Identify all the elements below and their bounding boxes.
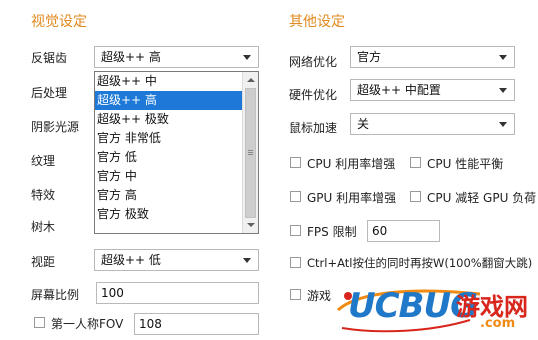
chevron-down-icon: [499, 88, 507, 93]
hardware-select-value: 超级++ 中配置: [357, 83, 441, 97]
visual-settings-title: 视觉设定: [31, 14, 87, 30]
ctrl-alt-checkbox[interactable]: [290, 257, 301, 268]
fps-limit-checkbox[interactable]: [290, 225, 301, 236]
dropdown-option[interactable]: 官方 中: [95, 167, 258, 186]
postprocess-label: 后处理: [31, 86, 68, 100]
shadow-light-label: 阴影光源: [31, 120, 80, 134]
hardware-label: 硬件优化: [289, 88, 338, 102]
logo-domain-text: .com: [480, 316, 516, 331]
view-distance-select-value: 超级++ 低: [101, 253, 161, 267]
dropdown-option[interactable]: 官方 低: [95, 148, 258, 167]
fps-limit-label: FPS 限制: [307, 225, 357, 239]
fov-input[interactable]: 108: [134, 313, 259, 335]
cpu-enhance-checkbox[interactable]: [290, 157, 301, 168]
chevron-down-icon: [499, 122, 507, 127]
dropdown-option[interactable]: 超级++ 极致: [95, 110, 258, 129]
screen-ratio-label: 屏幕比例: [31, 288, 80, 302]
mouse-accel-select[interactable]: 关: [350, 113, 515, 135]
hardware-select[interactable]: 超级++ 中配置: [350, 79, 515, 101]
cpu-balance-checkbox[interactable]: [410, 157, 421, 168]
cpu-reduce-gpu-label: CPU 减轻 GPU 负荷: [427, 191, 537, 205]
fov-checkbox[interactable]: [34, 317, 45, 328]
cpu-enhance-label: CPU 利用率增强: [307, 157, 396, 171]
dropdown-option[interactable]: 官方 非常低: [95, 129, 258, 148]
view-distance-label: 视距: [31, 255, 56, 269]
grip-line: [248, 154, 253, 155]
effects-label: 特效: [31, 188, 56, 202]
antialias-select[interactable]: 超级++ 高: [94, 46, 259, 68]
cpu-reduce-gpu-checkbox[interactable]: [410, 191, 421, 202]
gpu-enhance-label: GPU 利用率增强: [307, 191, 397, 205]
dropdown-option[interactable]: 官方 极致: [95, 205, 258, 224]
grip-line: [248, 152, 253, 153]
scroll-thumb[interactable]: [245, 88, 256, 218]
mouse-accel-label: 鼠标加速: [289, 121, 338, 135]
gpu-enhance-checkbox[interactable]: [290, 191, 301, 202]
other-settings-title: 其他设定: [289, 14, 345, 30]
dropdown-option[interactable]: 超级++ 中: [95, 72, 258, 91]
cpu-balance-label: CPU 性能平衡: [427, 157, 504, 171]
screen-ratio-input[interactable]: 100: [96, 282, 259, 304]
game-partial-checkbox[interactable]: [290, 289, 301, 300]
chevron-down-icon: [243, 258, 251, 263]
view-distance-select[interactable]: 超级++ 低: [94, 249, 259, 271]
scroll-up-icon[interactable]: [247, 78, 255, 82]
game-partial-label: 游戏: [307, 289, 332, 303]
chevron-down-icon: [499, 55, 507, 60]
network-select[interactable]: 官方: [350, 46, 515, 68]
antialias-select-value: 超级++ 高: [101, 50, 161, 64]
dropdown-option[interactable]: 超级++ 高: [95, 91, 258, 110]
scroll-down-icon[interactable]: [247, 223, 255, 227]
network-label: 网络优化: [289, 55, 338, 69]
grip-line: [248, 150, 253, 151]
network-select-value: 官方: [357, 50, 382, 64]
chevron-down-icon: [243, 55, 251, 60]
antialias-label: 反锯齿: [31, 51, 68, 65]
dropdown-option[interactable]: 官方 高: [95, 186, 258, 205]
trees-label: 树木: [31, 220, 56, 234]
fps-limit-input[interactable]: 60: [367, 220, 440, 242]
ctrl-alt-label: Ctrl+Atl按住的同时再按W(100%翻窗大跳): [307, 256, 533, 270]
ucbug-watermark-logo: UCBUG 游戏网 .com: [330, 280, 538, 337]
dropdown-scrollbar[interactable]: [242, 72, 258, 233]
mouse-accel-select-value: 关: [357, 117, 370, 131]
antialias-dropdown-list[interactable]: 超级++ 中超级++ 高超级++ 极致 官方 非常低 官方 低官方 中官方 高官方 …: [94, 71, 259, 234]
fov-label: 第一人称FOV: [51, 317, 124, 331]
texture-label: 纹理: [31, 154, 56, 168]
